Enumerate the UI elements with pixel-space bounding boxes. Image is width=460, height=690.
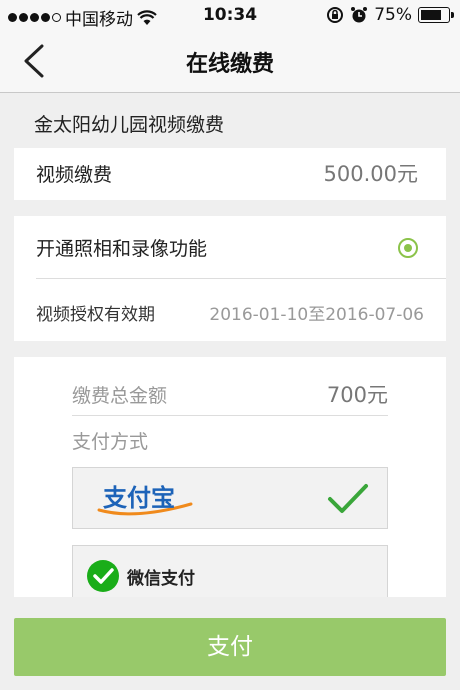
divider	[72, 415, 388, 416]
pay-button[interactable]: 支付	[14, 618, 446, 676]
total-row: 缴费总金额 700元	[72, 379, 388, 409]
page-title: 在线缴费	[185, 52, 274, 77]
feature-row[interactable]: 开通照相和录像功能	[36, 234, 418, 261]
validity-label: 视频授权有效期	[36, 305, 155, 325]
video-fee-card: 视频缴费 500.00元	[14, 148, 446, 200]
feature-radio[interactable]	[398, 237, 418, 258]
section-title: 金太阳幼儿园视频缴费	[34, 114, 225, 136]
wechat-pay-label: 微信支付	[127, 568, 195, 589]
payment-card: 缴费总金额 700元 支付方式 支付宝 微信支付	[14, 357, 446, 597]
total-label: 缴费总金额	[72, 384, 168, 407]
battery-icon	[418, 7, 454, 23]
feature-label: 开通照相和录像功能	[36, 238, 208, 260]
alarm-icon	[351, 7, 368, 23]
validity-range: 2016-01-10至2016-07-06	[209, 305, 424, 325]
checkmark-icon	[328, 484, 368, 513]
status-bar: 中国移动 10:34 75%	[0, 0, 460, 30]
wechat-pay-option[interactable]: 微信支付	[72, 545, 388, 597]
wechat-pay-logo: 微信支付	[87, 560, 195, 592]
payment-method-label: 支付方式	[72, 431, 149, 453]
alipay-wordmark: 支付宝	[103, 484, 175, 512]
alipay-option[interactable]: 支付宝	[72, 467, 388, 529]
total-value: 700元	[326, 383, 388, 407]
battery-percent: 75%	[374, 5, 412, 25]
rotation-lock-icon	[327, 7, 344, 23]
video-fee-row: 视频缴费 500.00元	[36, 158, 418, 188]
video-fee-amount: 500.00元	[323, 162, 418, 186]
validity-row: 视频授权有效期 2016-01-10至2016-07-06	[36, 300, 424, 325]
alipay-logo: 支付宝	[97, 484, 193, 516]
divider	[36, 278, 446, 279]
feature-card: 开通照相和录像功能 视频授权有效期 2016-01-10至2016-07-06	[14, 216, 446, 341]
battery-fill	[421, 10, 441, 20]
status-bar-right: 75%	[326, 5, 454, 25]
wechat-check-icon	[87, 560, 119, 592]
navigation-bar: 在线缴费	[0, 30, 460, 93]
video-fee-label: 视频缴费	[36, 163, 113, 186]
